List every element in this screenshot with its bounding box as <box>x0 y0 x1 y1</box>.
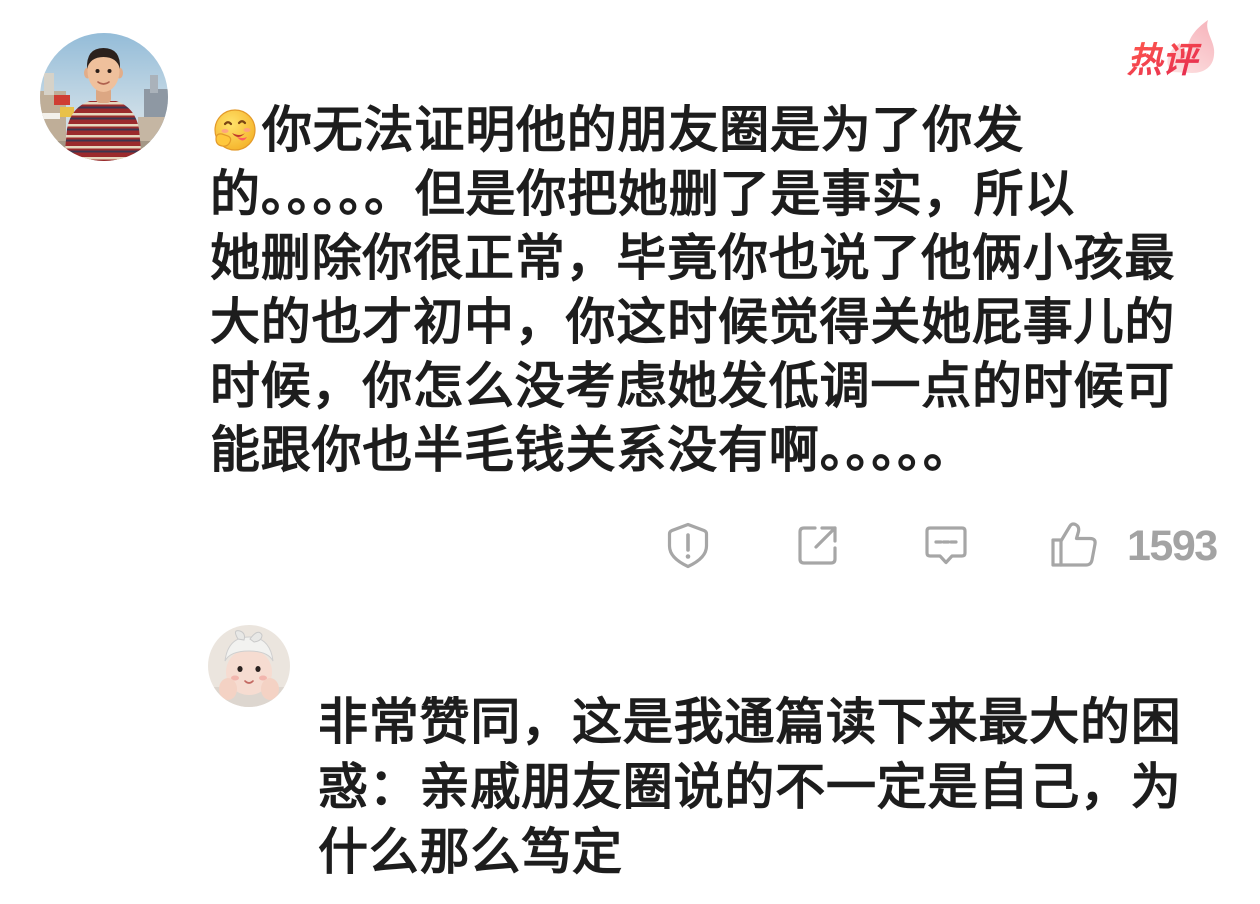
reply-avatar[interactable] <box>208 625 290 707</box>
hot-comment-badge: 热评 <box>1118 16 1218 86</box>
comment-line: 你无法证明他的朋友圈是为了你发 <box>210 98 1210 162</box>
report-icon[interactable] <box>664 521 712 569</box>
reply-line: 非常赞同，这是我通篇读下来最大的困 <box>318 693 1182 751</box>
commenter-avatar[interactable] <box>40 33 168 161</box>
yummy-face-emoji-icon <box>210 106 258 154</box>
comment-line: 她删除你很正常，毕竟你也说了他俩小孩最 <box>210 229 1176 287</box>
like-button[interactable]: 1593 <box>1048 519 1220 571</box>
hot-comment-badge-graphic: 热评 <box>1127 20 1215 81</box>
comment-line-text: 你无法证明他的朋友圈是为了你发 <box>262 101 1024 159</box>
hot-comment-label: 热评 <box>1127 41 1202 81</box>
comment-line: 的。。。。。但是你把她删了是事实，所以 <box>210 165 1076 223</box>
comment-line: 能跟你也半毛钱关系没有啊。。。。。 <box>210 421 974 479</box>
reply-text: 非常赞同，这是我通篇读下来最大的困 惑：亲戚朋友圈说的不一定是自己，为 什么那么… <box>318 690 1218 885</box>
like-count: 1593 <box>1127 522 1218 570</box>
comment-text: 你无法证明他的朋友圈是为了你发 的。。。。。但是你把她删了是事实，所以 她删除你… <box>210 98 1210 482</box>
reply-avatar-image <box>208 625 290 707</box>
share-icon[interactable] <box>794 521 842 569</box>
commenter-avatar-image <box>40 33 168 161</box>
reply-line: 什么那么笃定 <box>318 823 623 881</box>
thumbs-up-icon[interactable] <box>1048 519 1100 571</box>
comment-line: 时候，你怎么没考虑她发低调一点的时候可 <box>210 357 1176 415</box>
reply-line: 惑：亲戚朋友圈说的不一定是自己，为 <box>318 758 1182 816</box>
comment-line: 大的也才初中，你这时候觉得关她屁事儿的 <box>210 293 1176 351</box>
comment-icon[interactable] <box>922 521 970 569</box>
